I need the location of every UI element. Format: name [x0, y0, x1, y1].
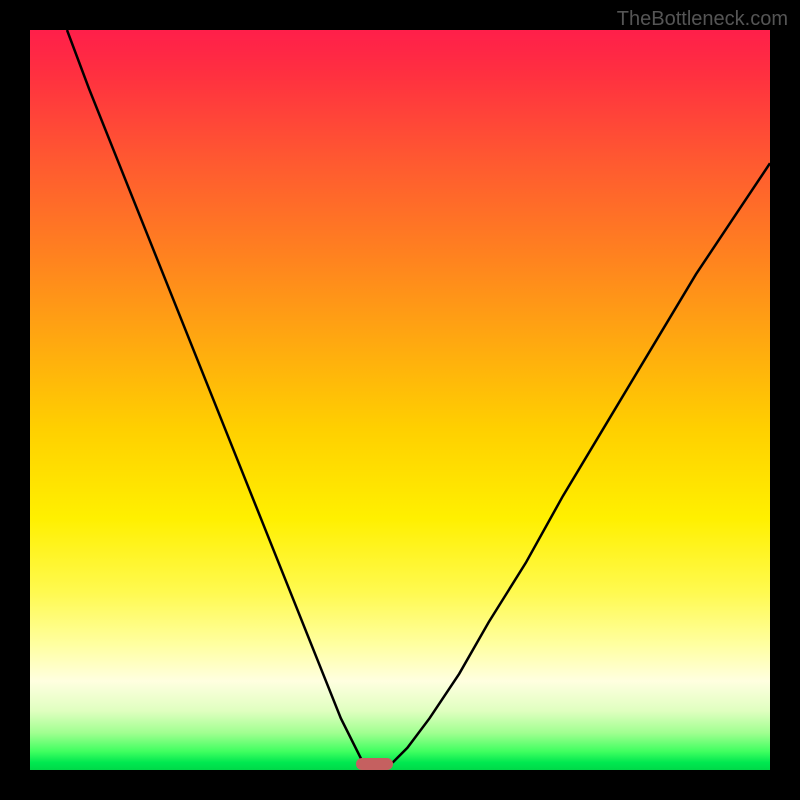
bottleneck-marker — [356, 758, 393, 770]
right-curve-line — [393, 163, 770, 762]
chart-plot-area — [30, 30, 770, 770]
curve-overlay — [30, 30, 770, 770]
left-curve-line — [67, 30, 363, 763]
watermark-text: TheBottleneck.com — [617, 8, 788, 31]
